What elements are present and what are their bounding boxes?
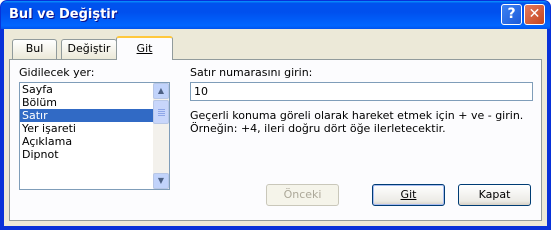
list-item-page[interactable]: Sayfa xyxy=(20,83,153,96)
window-title: Bul ve Değiştir xyxy=(9,7,118,22)
list-item-section[interactable]: Bölüm xyxy=(20,96,153,109)
listbox-scrollbar[interactable]: ▲ ▼ xyxy=(153,83,169,189)
list-item-comment[interactable]: Açıklama xyxy=(20,135,153,148)
goto-what-label: Gidilecek yer: xyxy=(19,66,95,79)
goto-description: Geçerli konuma göreli olarak hareket etm… xyxy=(190,109,524,135)
scrollbar-thumb[interactable] xyxy=(153,100,169,124)
tab-find-label: Bul xyxy=(25,42,44,55)
help-icon[interactable]: ? xyxy=(501,4,522,25)
close-icon[interactable]: ✕ xyxy=(524,4,545,25)
previous-button[interactable]: Önceki xyxy=(266,184,339,206)
scroll-down-arrow-icon[interactable]: ▼ xyxy=(153,173,169,189)
title-bar[interactable]: Bul ve Değiştir ? ✕ xyxy=(1,1,550,29)
find-replace-dialog: Bul ve Değiştir ? ✕ Bul Değiştir Git Gid… xyxy=(0,0,551,230)
goto-what-listbox[interactable]: Sayfa Bölüm Satır Yer işareti Açıklama D… xyxy=(19,82,170,190)
goto-button[interactable]: Git xyxy=(372,184,445,206)
list-item-footnote[interactable]: Dipnot xyxy=(20,148,153,161)
list-item-line[interactable]: Satır xyxy=(20,109,153,122)
tab-goto-label: Git xyxy=(136,42,153,55)
goto-panel: Gidilecek yer: Sayfa Bölüm Satır Yer işa… xyxy=(9,59,542,221)
line-number-label: Satır numarasını girin: xyxy=(190,66,313,79)
scroll-up-arrow-icon[interactable]: ▲ xyxy=(153,83,169,99)
tab-goto[interactable]: Git xyxy=(116,36,173,60)
close-button[interactable]: Kapat xyxy=(458,184,531,206)
tab-replace[interactable]: Değiştir xyxy=(61,39,117,59)
tab-find[interactable]: Bul xyxy=(12,39,57,59)
goto-button-label: Git xyxy=(400,188,417,201)
list-item-bookmark[interactable]: Yer işareti xyxy=(20,122,153,135)
line-number-input[interactable]: 10 xyxy=(190,82,533,101)
dialog-body: Bul Değiştir Git Gidilecek yer: Sayfa Bö… xyxy=(4,29,547,226)
tab-replace-label: Değiştir xyxy=(67,42,111,55)
